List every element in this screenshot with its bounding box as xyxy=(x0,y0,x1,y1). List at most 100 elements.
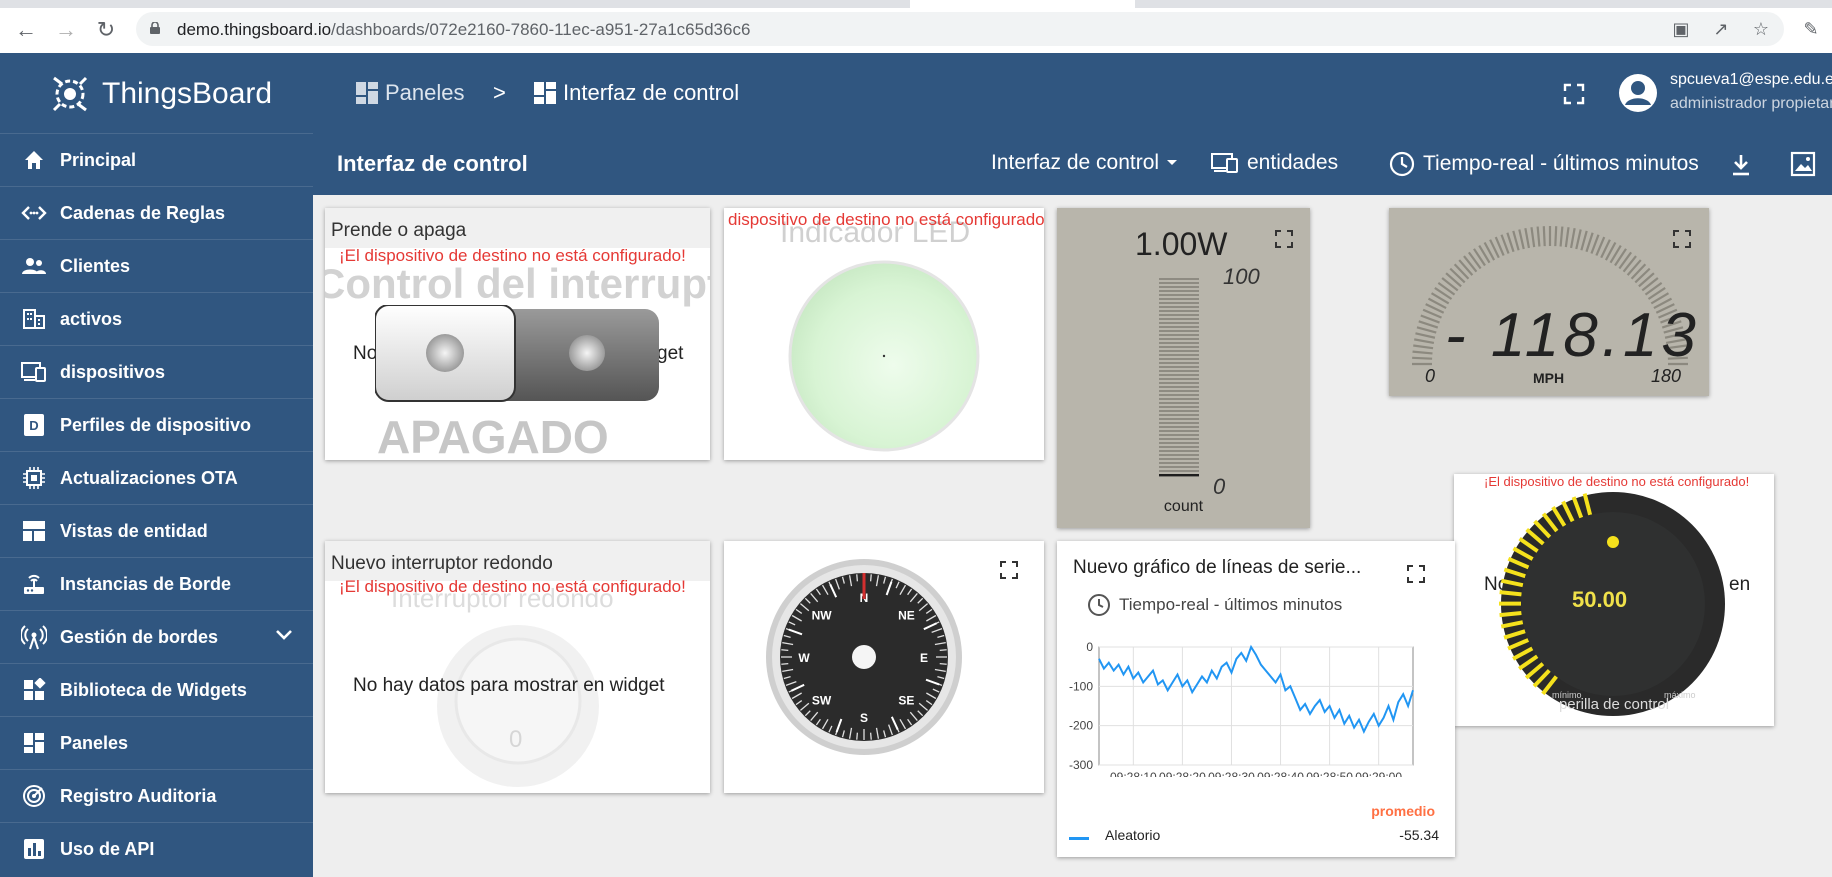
bar-segment xyxy=(1159,338,1199,340)
sidebar-item-label: Uso de API xyxy=(60,838,155,859)
entities-button[interactable]: entidades xyxy=(1211,151,1338,175)
bar-segment xyxy=(1159,446,1199,448)
led-indicator xyxy=(788,260,980,452)
download-icon[interactable] xyxy=(1730,153,1752,177)
bar-segment xyxy=(1159,458,1199,460)
dropdown-arrow-icon xyxy=(1167,160,1178,165)
chevron-down-icon[interactable] xyxy=(275,629,293,641)
sidebar-item-actualizaciones-ota[interactable]: Actualizaciones OTA xyxy=(0,451,313,504)
active-tab[interactable] xyxy=(910,0,1135,8)
sidebar-item-clientes[interactable]: Clientes xyxy=(0,239,313,292)
bar-segment xyxy=(1159,470,1199,472)
round-switch-knob[interactable] xyxy=(435,623,601,789)
speedo-tick xyxy=(1554,226,1558,247)
speedo-tick xyxy=(1559,226,1564,247)
sidebar-item-gestion-de-bordes[interactable]: Gestión de bordes xyxy=(0,610,313,663)
sidebar-item-activos[interactable]: activos xyxy=(0,292,313,345)
breadcrumb-root[interactable]: Paneles xyxy=(355,80,465,106)
widget-vertical-bar-gauge: 1.00W 100 0 count xyxy=(1057,208,1310,528)
export-image-icon[interactable] xyxy=(1790,151,1816,177)
y-tick-label: -200 xyxy=(1069,719,1093,733)
expand-icon[interactable] xyxy=(1275,230,1293,248)
compass-tick xyxy=(939,649,947,652)
expand-icon[interactable] xyxy=(1673,230,1691,248)
view-quilt-icon xyxy=(20,517,48,545)
url-text[interactable]: demo.thingsboard.io/dashboards/072e2160-… xyxy=(177,20,750,40)
sidebar-item-principal[interactable]: Principal xyxy=(0,133,313,186)
sidebar-item-cadenas-de-reglas[interactable]: Cadenas de Reglas xyxy=(0,186,313,239)
sidebar-item-instancias-de-borde[interactable]: Instancias de Borde xyxy=(0,557,313,610)
compass-label: NW xyxy=(812,609,833,623)
bar-segment xyxy=(1159,410,1199,412)
bar-max-label: 100 xyxy=(1223,264,1260,289)
forward-icon[interactable]: → xyxy=(52,16,80,44)
speedo-tick xyxy=(1416,326,1437,334)
chart-timewindow[interactable]: Tiempo-real - últimos minutos xyxy=(1087,593,1342,617)
sidebar-item-biblioteca-de-widgets[interactable]: Biblioteca de Widgets xyxy=(0,663,313,716)
breadcrumb-root-label: Paneles xyxy=(385,80,465,105)
avatar-icon xyxy=(1619,74,1657,112)
legend-swatch xyxy=(1069,837,1089,840)
share-icon[interactable]: ↗ xyxy=(1710,18,1732,40)
bookmark-star-icon[interactable]: ☆ xyxy=(1750,18,1772,40)
compass-dial: NNEESESSWWNW xyxy=(766,559,962,755)
back-icon[interactable]: ← xyxy=(12,16,40,44)
bar-segment xyxy=(1159,370,1199,372)
sidebar-item-vistas-de-entidad[interactable]: Vistas de entidad xyxy=(0,504,313,557)
expand-icon[interactable] xyxy=(1000,561,1018,579)
sidebar-item-dispositivos[interactable]: dispositivos xyxy=(0,345,313,398)
people-icon xyxy=(20,252,48,280)
expand-icon[interactable] xyxy=(1407,565,1425,583)
lock-icon[interactable] xyxy=(150,22,160,34)
widget-title: Nuevo interruptor redondo xyxy=(331,553,553,574)
widget-timeseries-chart: Nuevo gráfico de líneas de serie... Tiem… xyxy=(1057,541,1455,857)
state-select[interactable]: Interfaz de control xyxy=(991,151,1187,175)
sidebar-item-uso-de-api[interactable]: Uso de API xyxy=(0,822,313,875)
sidebar-item-label: Biblioteca de Widgets xyxy=(60,679,247,700)
wifi-tower-icon xyxy=(20,623,48,651)
speedo-tick xyxy=(1449,267,1466,284)
brand-logo[interactable]: ThingsBoard xyxy=(46,69,272,119)
error-message: dispositivo de destino no está configura… xyxy=(728,210,1044,229)
breadcrumb-current-label: Interfaz de control xyxy=(563,80,740,105)
translate-icon[interactable]: ▣ xyxy=(1670,18,1692,40)
bar-segment xyxy=(1159,282,1199,284)
bar-caption: count xyxy=(1163,498,1204,515)
sidebar-item-perfiles-de-dispositivo[interactable]: D Perfiles de dispositivo xyxy=(0,398,313,451)
chart-timewindow-label: Tiempo-real - últimos minutos xyxy=(1119,595,1343,614)
dashboard-toolbar: Interfaz de control Interfaz de control … xyxy=(313,133,1832,195)
speedo-tick xyxy=(1412,350,1433,355)
legend-row[interactable]: Aleatorio -55.34 xyxy=(1069,827,1439,849)
speedo-tick xyxy=(1569,228,1576,249)
bar-segment xyxy=(1159,334,1199,336)
bar-segment xyxy=(1159,314,1199,316)
widget-switch-control: Prende o apaga ¡El dispositivo de destin… xyxy=(325,208,710,460)
thingsboard-logo-icon xyxy=(52,76,88,112)
speedo-tick xyxy=(1458,259,1474,276)
sidebar-item-paneles[interactable]: Paneles xyxy=(0,716,313,769)
clock-icon xyxy=(1389,151,1415,177)
bar-segment xyxy=(1159,430,1199,432)
dashboard-icon xyxy=(534,82,556,104)
user-menu[interactable]: spcueva1@espe.edu.ec administrador propi… xyxy=(1618,71,1832,117)
bar-segment xyxy=(1159,434,1199,436)
fullscreen-icon[interactable] xyxy=(1563,83,1585,105)
compass-hub xyxy=(852,645,876,669)
bar-segment xyxy=(1159,318,1199,320)
extensions-icon[interactable]: ✎ xyxy=(1800,18,1822,40)
compass-tick xyxy=(869,574,872,582)
reload-icon[interactable]: ↻ xyxy=(92,16,120,44)
toggle-switch[interactable] xyxy=(375,305,661,405)
speedo-tick xyxy=(1415,332,1436,339)
sidebar-item-label: activos xyxy=(60,308,123,329)
speedo-tick xyxy=(1413,344,1434,350)
knob-value-display: 50.00 xyxy=(1572,587,1628,612)
no-data-message: No hay datos para mostrar en widget xyxy=(353,675,665,696)
y-tick-label: 0 xyxy=(1086,640,1093,654)
bar-value-display: 1.00W xyxy=(1135,226,1228,262)
sidebar-item-registro-auditoria[interactable]: Registro Auditoria xyxy=(0,769,313,822)
timewindow-button[interactable]: Tiempo-real - últimos minutos xyxy=(1389,151,1699,177)
widget-round-switch: Nuevo interruptor redondo Interruptor re… xyxy=(325,541,710,793)
line-chart: 0-100-200-30009:28:10 09:28:20 09:28:30 09:… xyxy=(1069,640,1414,777)
compass-label: SE xyxy=(898,693,914,707)
